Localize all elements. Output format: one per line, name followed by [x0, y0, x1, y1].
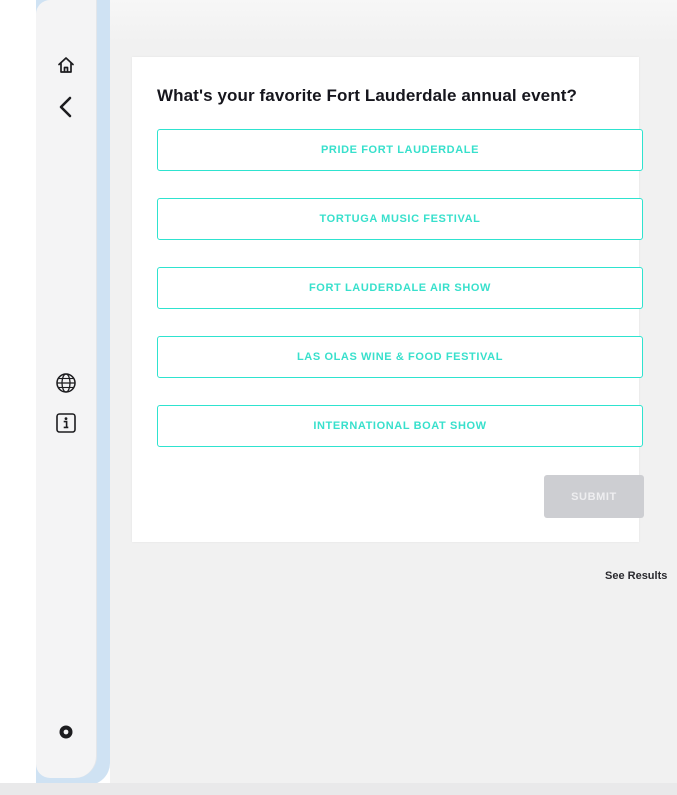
option-pride-fort-lauderdale[interactable]: PRIDE FORT LAUDERDALE — [157, 129, 643, 171]
language-button[interactable] — [51, 368, 81, 398]
main-area: What's your favorite Fort Lauderdale ann… — [110, 0, 677, 795]
home-icon — [58, 57, 74, 73]
poll-question: What's your favorite Fort Lauderdale ann… — [157, 86, 577, 105]
option-tortuga-music-festival[interactable]: TORTUGA MUSIC FESTIVAL — [157, 198, 643, 240]
edge-strip — [0, 0, 36, 795]
chevron-left-icon — [59, 96, 72, 118]
option-las-olas-wine-food-festival[interactable]: LAS OLAS WINE & FOOD FESTIVAL — [157, 336, 643, 378]
kiosk-screen: What's your favorite Fort Lauderdale ann… — [0, 0, 677, 795]
see-results-link[interactable]: See Results — [605, 570, 667, 582]
bottom-edge — [0, 783, 677, 795]
option-fort-lauderdale-air-show[interactable]: FORT LAUDERDALE AIR SHOW — [157, 267, 643, 309]
submit-button[interactable]: SUBMIT — [544, 475, 644, 518]
poll-options: PRIDE FORT LAUDERDALE TORTUGA MUSIC FEST… — [157, 129, 643, 474]
back-button[interactable] — [51, 92, 81, 122]
sidebar — [36, 0, 97, 778]
option-international-boat-show[interactable]: INTERNATIONAL BOAT SHOW — [157, 405, 643, 447]
top-bar — [110, 0, 677, 42]
poll-card: What's your favorite Fort Lauderdale ann… — [132, 57, 644, 542]
globe-icon — [56, 373, 76, 393]
record-icon — [59, 725, 73, 739]
info-icon — [56, 413, 76, 433]
home-button[interactable] — [51, 50, 81, 80]
accessibility-button[interactable] — [51, 717, 81, 747]
info-button[interactable] — [51, 408, 81, 438]
